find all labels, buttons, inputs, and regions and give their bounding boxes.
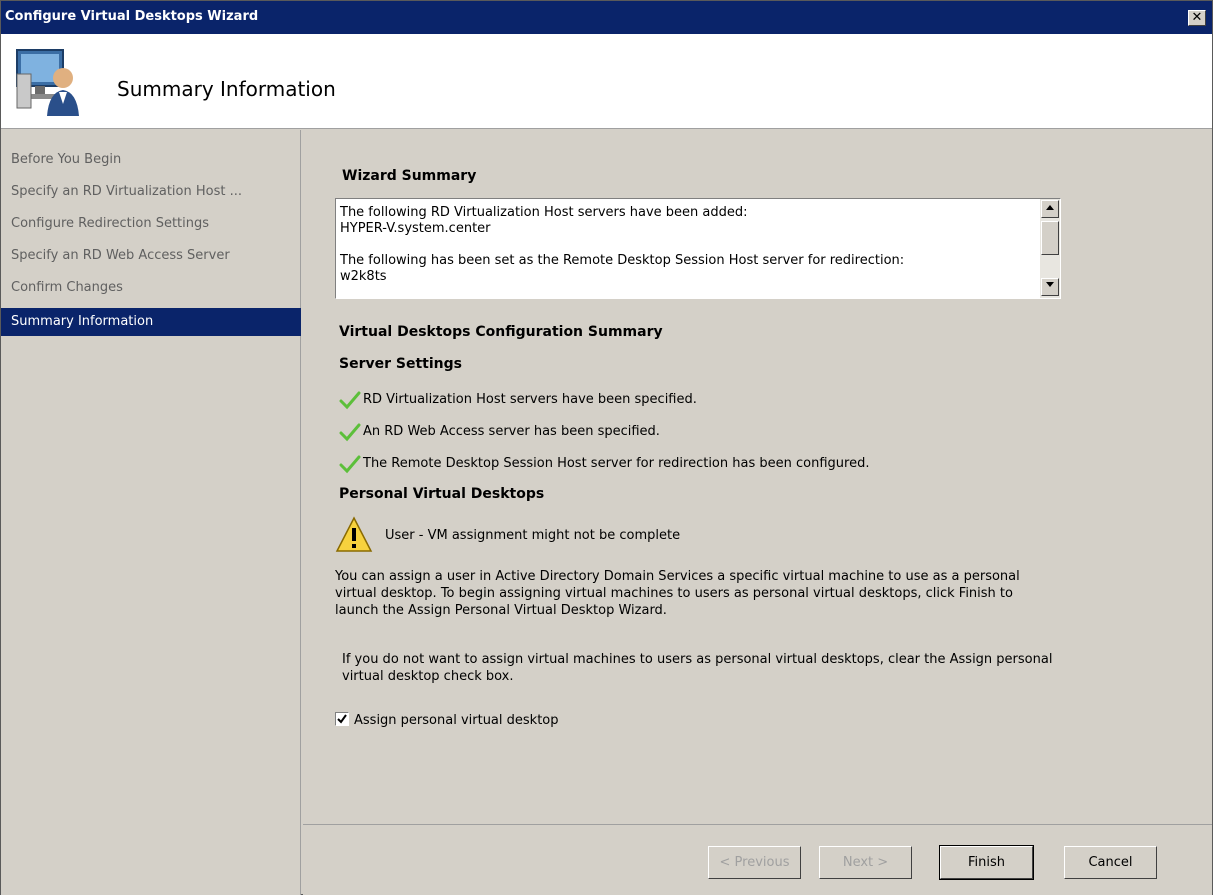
server-settings-heading: Server Settings (339, 356, 462, 372)
checkmark-icon (339, 423, 361, 442)
server-setting-text: The Remote Desktop Session Host server f… (363, 456, 870, 471)
summary-scrollbar[interactable] (1040, 199, 1060, 298)
checkmark-icon (339, 391, 361, 410)
clear-checkbox-description: If you do not want to assign virtual mac… (342, 652, 1053, 684)
wizard-steps-sidebar: Before You Begin Specify an RD Virtualiz… (1, 130, 301, 895)
arrow-up-icon (1046, 205, 1054, 210)
window-title: Configure Virtual Desktops Wizard (5, 9, 259, 24)
checkmark-icon (339, 455, 361, 474)
assign-description: You can assign a user in Active Director… (335, 569, 1020, 618)
close-icon: ✕ (1191, 10, 1203, 25)
wizard-summary-heading: Wizard Summary (342, 168, 477, 184)
personal-desktops-heading: Personal Virtual Desktops (339, 486, 545, 502)
cancel-button[interactable]: Cancel (1064, 846, 1157, 879)
sidebar-item-redirection-settings[interactable]: Configure Redirection Settings (1, 210, 301, 238)
wizard-window: Configure Virtual Desktops Wizard ✕ Summ… (0, 0, 1213, 895)
assign-personal-desktop-label[interactable]: Assign personal virtual desktop (354, 713, 559, 728)
wizard-summary-textbox[interactable]: The following RD Virtualization Host ser… (335, 198, 1061, 299)
sidebar-item-before-you-begin[interactable]: Before You Begin (1, 146, 301, 174)
sidebar-item-rd-web-access[interactable]: Specify an RD Web Access Server (1, 242, 301, 270)
scroll-thumb[interactable] (1041, 221, 1059, 255)
server-setting-text: RD Virtualization Host servers have been… (363, 392, 697, 407)
page-title: Summary Information (117, 77, 336, 101)
warning-text: User - VM assignment might not be comple… (385, 528, 681, 543)
warning-icon (335, 516, 373, 552)
title-bar: Configure Virtual Desktops Wizard ✕ (1, 1, 1212, 34)
sidebar-item-confirm-changes[interactable]: Confirm Changes (1, 274, 301, 302)
next-button[interactable]: Next > (819, 846, 912, 879)
config-summary-heading: Virtual Desktops Configuration Summary (339, 324, 663, 340)
finish-button[interactable]: Finish (939, 845, 1034, 880)
close-button[interactable]: ✕ (1188, 10, 1206, 26)
sidebar-item-rd-virtualization-host[interactable]: Specify an RD Virtualization Host ... (1, 178, 301, 206)
previous-button[interactable]: < Previous (708, 846, 801, 879)
server-setting-text: An RD Web Access server has been specifi… (363, 424, 660, 439)
assign-personal-desktop-checkbox[interactable] (335, 712, 349, 726)
wizard-summary-text: The following RD Virtualization Host ser… (340, 205, 905, 284)
scroll-down-button[interactable] (1041, 278, 1059, 296)
arrow-down-icon (1046, 282, 1054, 287)
scroll-up-button[interactable] (1041, 200, 1059, 218)
checkbox-check-icon (337, 714, 347, 724)
wizard-header: Summary Information (1, 34, 1212, 129)
sidebar-item-summary-information[interactable]: Summary Information (1, 308, 301, 336)
wizard-monitor-user-icon (16, 49, 79, 116)
